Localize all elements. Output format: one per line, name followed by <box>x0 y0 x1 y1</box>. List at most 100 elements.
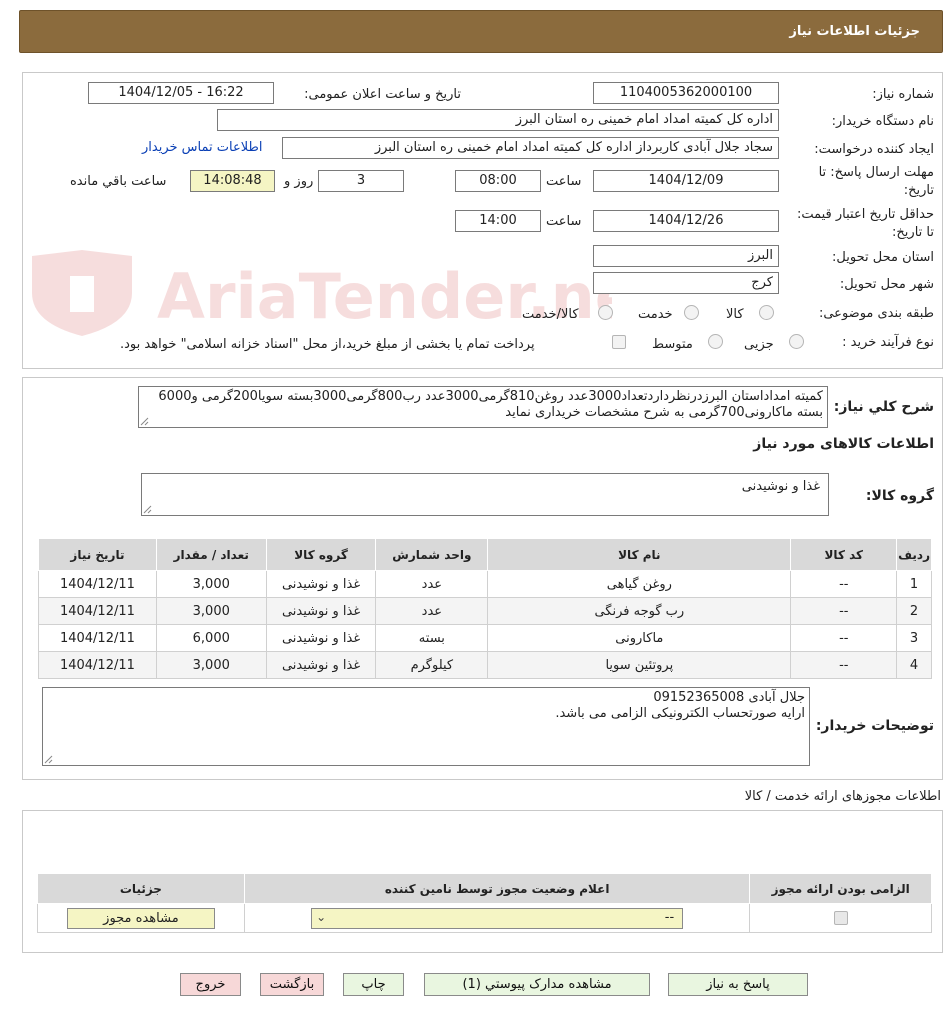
col-header-unit: واحد شمارش <box>375 538 489 571</box>
process-label: نوع فرآیند خرید : <box>842 335 934 350</box>
resize-grip-icon <box>44 755 53 764</box>
buyer-notes-line-1: جلال آبادی 09152365008 <box>653 690 805 705</box>
cell-need-date: 1404/12/11 <box>38 597 157 625</box>
treasury-checkbox[interactable] <box>612 335 626 349</box>
cell-code: -- <box>790 624 898 652</box>
col-header-code: کد کالا <box>790 538 898 571</box>
table-row: 3 -- ماکارونی بسته غذا و نوشیدنی 6,000 1… <box>38 624 932 652</box>
goods-section-title: اطلاعات کالاهای مورد نیاز <box>753 436 934 452</box>
remaining-time-field: 14:08:48 <box>190 170 275 192</box>
buyer-notes-line-2: ارایه صورتحساب الکترونیکی الزامی می باشد… <box>555 706 805 721</box>
need-number-field: 1104005362000100 <box>593 82 779 104</box>
announce-datetime-field: 1404/12/05 - 16:22 <box>88 82 274 104</box>
permits-table-header: الزامی بودن ارائه مجوز اعلام وضعیت مجوز … <box>37 873 932 904</box>
col-header-permit-status: اعلام وضعیت مجوز توسط نامین کننده <box>243 873 751 904</box>
city-label: شهر محل تحویل: <box>839 277 934 292</box>
cell-unit: بسته <box>375 624 489 652</box>
print-button[interactable]: چاپ <box>343 973 404 996</box>
exit-button[interactable]: خروج <box>180 973 241 996</box>
cell-row-number: 2 <box>896 597 932 625</box>
process-option-medium: متوسط <box>652 337 693 352</box>
description-label: شرح کلي نياز: <box>833 399 934 415</box>
cell-quantity: 3,000 <box>155 597 267 625</box>
goods-table-header: ردیف کد کالا نام کالا واحد شمارش گروه کا… <box>38 538 932 571</box>
cell-permit-required <box>749 903 932 933</box>
cell-unit: عدد <box>375 597 489 625</box>
cell-group: غذا و نوشیدنی <box>265 597 377 625</box>
resize-grip-icon <box>140 417 149 426</box>
cell-unit: کیلوگرم <box>375 651 489 679</box>
view-attachments-button[interactable]: مشاهده مدارک پیوستي (1) <box>424 973 650 996</box>
deadline-time-label: ساعت <box>546 174 582 189</box>
permit-status-value: -- <box>664 909 675 925</box>
col-header-permit-details: جزئیات <box>37 873 245 904</box>
province-field: البرز <box>593 245 779 267</box>
deadline-label: مهلت ارسال پاسخ: تا تاریخ: <box>818 165 934 198</box>
col-header-group: گروه کالا <box>265 538 377 571</box>
need-number-label: شماره نیاز: <box>872 87 934 102</box>
cell-group: غذا و نوشیدنی <box>265 570 377 598</box>
cell-need-date: 1404/12/11 <box>38 570 157 598</box>
cell-row-number: 4 <box>896 651 932 679</box>
category-radio-service[interactable] <box>684 305 699 320</box>
cell-need-date: 1404/12/11 <box>38 624 157 652</box>
col-header-name: نام کالا <box>487 538 792 571</box>
table-row: ⌄ -- مشاهده مجوز <box>37 903 932 933</box>
cell-code: -- <box>790 597 898 625</box>
permit-required-checkbox[interactable] <box>833 911 848 925</box>
category-option-goods: کالا <box>726 307 744 322</box>
permits-section-title: اطلاعات مجوزهای ارائه خدمت / کالا <box>744 789 941 804</box>
buyer-org-label: نام دستگاه خریدار: <box>831 114 934 129</box>
col-header-need-date: تاریخ نیاز <box>38 538 157 571</box>
col-header-permit-required: الزامی بودن ارائه مجوز <box>749 873 932 904</box>
validity-time-field: 14:00 <box>455 210 541 232</box>
table-row: 4 -- پروتئین سویا کیلوگرم غذا و نوشیدنی … <box>38 651 932 679</box>
col-header-row-number: ردیف <box>896 538 932 571</box>
cell-unit: عدد <box>375 570 489 598</box>
goods-group-field: غذا و نوشیدنی <box>141 473 829 516</box>
city-field: کرج <box>593 272 779 294</box>
deadline-time-field: 08:00 <box>455 170 541 192</box>
validity-date-field: 1404/12/26 <box>593 210 779 232</box>
category-option-goods-service: کالا/خدمت <box>522 307 579 322</box>
treasury-note: پرداخت تمام یا بخشی از مبلغ خرید،از محل … <box>120 337 535 352</box>
cell-permit-details: مشاهده مجوز <box>37 903 245 933</box>
cell-name: ماکارونی <box>487 624 792 652</box>
cell-code: -- <box>790 570 898 598</box>
goods-group-label: گروه کالا: <box>865 488 934 504</box>
announce-label: تاریخ و ساعت اعلان عمومی: <box>304 87 461 102</box>
cell-group: غذا و نوشیدنی <box>265 651 377 679</box>
buyer-contact-link[interactable]: اطلاعات تماس خریدار <box>142 140 262 155</box>
col-header-quantity: تعداد / مقدار <box>155 538 267 571</box>
province-label: استان محل تحویل: <box>832 250 934 265</box>
table-row: 1 -- روغن گیاهی عدد غذا و نوشیدنی 3,000 … <box>38 570 932 598</box>
category-radio-goods[interactable] <box>759 305 774 320</box>
cell-quantity: 3,000 <box>155 651 267 679</box>
cell-quantity: 6,000 <box>155 624 267 652</box>
table-row: 2 -- رب گوجه فرنگی عدد غذا و نوشیدنی 3,0… <box>38 597 932 625</box>
chevron-down-icon: ⌄ <box>316 909 327 924</box>
goods-table: ردیف کد کالا نام کالا واحد شمارش گروه کا… <box>38 538 932 679</box>
buyer-org-field: اداره کل کمیته امداد امام خمینی ره استان… <box>217 109 779 131</box>
cell-group: غذا و نوشیدنی <box>265 624 377 652</box>
remaining-label: ساعت باقي مانده <box>70 174 167 189</box>
cell-permit-status: ⌄ -- <box>243 903 751 933</box>
reply-button[interactable]: پاسخ به نیاز <box>668 973 808 996</box>
resize-grip-icon <box>143 505 152 514</box>
watermark-text: AriaTender.neT <box>157 260 612 333</box>
cell-name: رب گوجه فرنگی <box>487 597 792 625</box>
cell-need-date: 1404/12/11 <box>38 651 157 679</box>
permit-status-select[interactable]: ⌄ -- <box>311 907 684 929</box>
process-option-minor: جزیی <box>744 337 774 352</box>
category-radio-goods-service[interactable] <box>598 305 613 320</box>
remaining-days-field: 3 <box>318 170 404 192</box>
process-radio-medium[interactable] <box>708 334 723 349</box>
process-radio-minor[interactable] <box>789 334 804 349</box>
back-button[interactable]: بازگشت <box>260 973 324 996</box>
days-label: روز و <box>284 174 314 189</box>
buyer-notes-textarea: جلال آبادی 09152365008 ارایه صورتحساب ال… <box>42 687 810 766</box>
buyer-notes-label: توضیحات خریدار: <box>815 718 934 734</box>
view-permit-button[interactable]: مشاهده مجوز <box>66 907 215 929</box>
category-option-service: خدمت <box>638 307 673 322</box>
shield-icon <box>32 250 132 336</box>
